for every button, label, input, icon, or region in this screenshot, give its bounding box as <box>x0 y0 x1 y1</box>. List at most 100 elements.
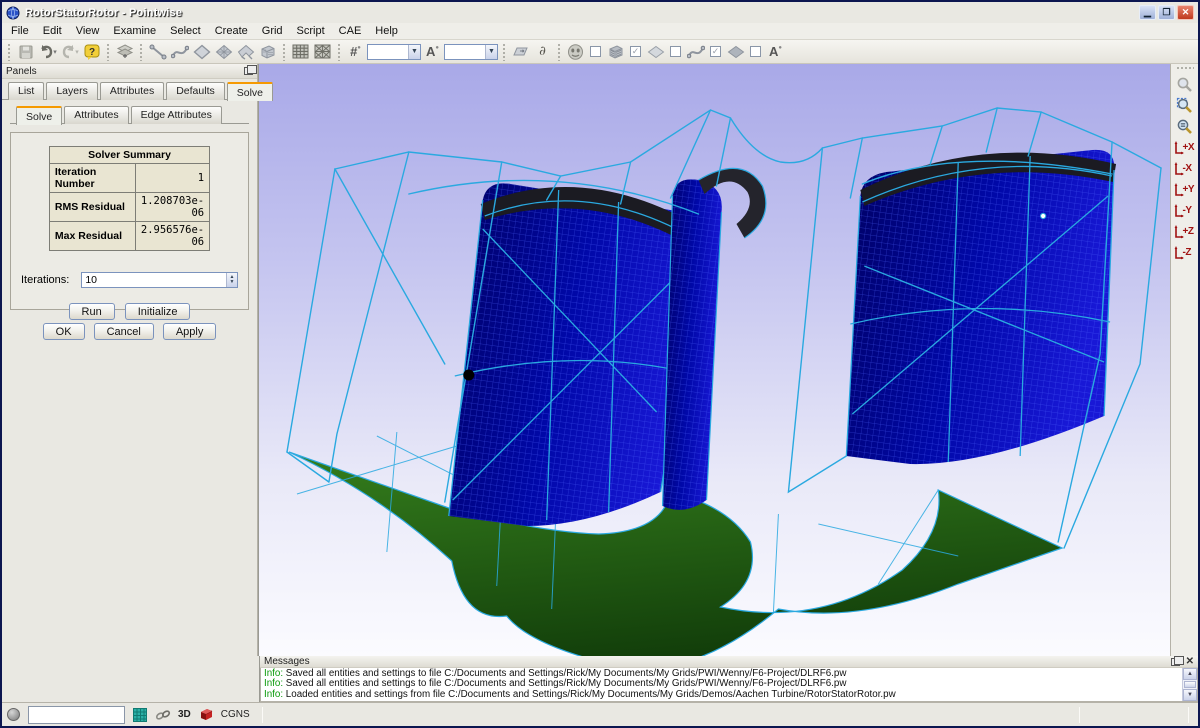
menu-create[interactable]: Create <box>208 24 255 38</box>
tab-layers[interactable]: Layers <box>46 82 98 100</box>
iterations-input[interactable] <box>82 274 226 286</box>
row-value: 2.956576e-06 <box>135 222 209 251</box>
ok-button[interactable]: OK <box>43 323 85 340</box>
create-curve-icon[interactable] <box>169 42 190 62</box>
run-button[interactable]: Run <box>69 303 115 320</box>
menu-examine[interactable]: Examine <box>106 24 163 38</box>
command-input[interactable] <box>28 706 125 724</box>
shaded-block-toggle-icon[interactable] <box>605 42 626 62</box>
undo-icon[interactable]: ▾ <box>37 42 58 62</box>
viewport-3d[interactable] <box>258 64 1170 656</box>
export-plane-icon[interactable] <box>510 42 531 62</box>
mask-toggle-icon[interactable] <box>565 42 586 62</box>
float-panel-icon[interactable] <box>244 67 253 75</box>
tab-list[interactable]: List <box>8 82 44 100</box>
save-icon[interactable] <box>15 42 36 62</box>
spacing-icon[interactable]: A● <box>422 42 443 62</box>
menu-grid[interactable]: Grid <box>255 24 290 38</box>
main-toolbar: ▾ ▾ ? <box>2 40 1198 64</box>
subtab-attributes[interactable]: Attributes <box>64 106 128 124</box>
subtab-edge-attributes[interactable]: Edge Attributes <box>131 106 222 124</box>
scroll-down-icon[interactable]: ▼ <box>1183 689 1197 701</box>
float-panel-icon[interactable] <box>1171 658 1180 666</box>
structured-grid-icon[interactable] <box>290 42 311 62</box>
spacing-combo[interactable]: ▼ <box>444 44 498 60</box>
connector-toggle-checkbox[interactable]: ✓ <box>710 46 721 57</box>
menubar: File Edit View Examine Select Create Gri… <box>2 23 1198 40</box>
mesh-scene <box>259 64 1170 656</box>
menu-help[interactable]: Help <box>368 24 405 38</box>
scroll-up-icon[interactable]: ▲ <box>1183 668 1197 680</box>
trim-surface-icon[interactable] <box>235 42 256 62</box>
toolbar-drag-handle[interactable] <box>337 43 341 61</box>
view-minus-y-button[interactable]: -Y <box>1172 200 1198 221</box>
flat-domain-toggle-icon[interactable] <box>645 42 666 62</box>
connector-toggle-icon[interactable] <box>685 42 706 62</box>
restore-button[interactable]: ❐ <box>1158 5 1175 20</box>
toolbar-drag-handle[interactable] <box>502 43 506 61</box>
filled-domain-toggle-checkbox[interactable] <box>750 46 761 57</box>
chevron-down-icon[interactable]: ▼ <box>408 45 420 59</box>
menu-select[interactable]: Select <box>163 24 208 38</box>
menu-edit[interactable]: Edit <box>36 24 69 38</box>
subtab-solve[interactable]: Solve <box>16 106 62 125</box>
tab-defaults[interactable]: Defaults <box>166 82 225 100</box>
help-icon[interactable]: ? <box>81 42 102 62</box>
mask-toggle-checkbox[interactable] <box>590 46 601 57</box>
menu-cae[interactable]: CAE <box>332 24 369 38</box>
unstructured-grid-icon[interactable] <box>312 42 333 62</box>
toolbar-drag-handle[interactable] <box>1176 66 1194 70</box>
view-minus-x-button[interactable]: -X <box>1172 158 1198 179</box>
create-connector-icon[interactable] <box>147 42 168 62</box>
menu-file[interactable]: File <box>4 24 36 38</box>
create-meshed-domain-icon[interactable] <box>213 42 234 62</box>
label-toggle-icon[interactable]: A● <box>765 42 786 62</box>
zoom-fit-icon[interactable] <box>1174 95 1196 116</box>
create-domain-icon[interactable] <box>191 42 212 62</box>
menu-view[interactable]: View <box>69 24 107 38</box>
scrollbar[interactable]: ▲ ▼ <box>1182 668 1197 701</box>
toolbar-drag-handle[interactable] <box>282 43 286 61</box>
close-icon[interactable]: ✕ <box>1186 657 1194 667</box>
scroll-thumb[interactable] <box>1184 681 1196 688</box>
flat-domain-toggle-checkbox[interactable] <box>670 46 681 57</box>
toolbar-drag-handle[interactable] <box>139 43 143 61</box>
panels-title: Panels <box>6 66 37 77</box>
cae-cube-icon[interactable] <box>199 707 214 722</box>
redo-icon[interactable]: ▾ <box>59 42 80 62</box>
minimize-button[interactable]: ▁ <box>1139 5 1156 20</box>
mode-3d-label[interactable]: 3D <box>178 709 191 720</box>
dimension-icon[interactable]: #● <box>345 42 366 62</box>
partial-derivative-icon[interactable]: ∂ <box>532 42 553 62</box>
zoom-reset-icon[interactable] <box>1174 116 1196 137</box>
shaded-block-toggle-checkbox[interactable]: ✓ <box>630 46 641 57</box>
assemble-stack-icon[interactable] <box>114 42 135 62</box>
zoom-window-icon[interactable] <box>1174 74 1196 95</box>
view-plus-z-button[interactable]: +Z <box>1172 221 1198 242</box>
pointwise-logo-icon <box>6 6 20 20</box>
panel-tab-row: List Layers Attributes Defaults Solve <box>2 79 257 100</box>
table-row: RMS Residual 1.208703e-06 <box>49 193 209 222</box>
view-plus-x-button[interactable]: +X <box>1172 137 1198 158</box>
apply-button[interactable]: Apply <box>163 323 217 340</box>
close-button[interactable]: ✕ <box>1177 5 1194 20</box>
view-plus-y-button[interactable]: +Y <box>1172 179 1198 200</box>
toolbar-drag-handle[interactable] <box>557 43 561 61</box>
row-value: 1.208703e-06 <box>135 193 209 222</box>
spinner-arrows-icon[interactable]: ▲▼ <box>226 273 237 287</box>
view-minus-z-button[interactable]: -Z <box>1172 242 1198 263</box>
chevron-down-icon[interactable]: ▼ <box>485 45 497 59</box>
initialize-button[interactable]: Initialize <box>125 303 191 320</box>
dimension-combo[interactable]: ▼ <box>367 44 421 60</box>
iterations-spinner[interactable]: ▲▼ <box>81 272 238 288</box>
filled-domain-toggle-icon[interactable] <box>725 42 746 62</box>
toolbar-drag-handle[interactable] <box>7 43 11 61</box>
toolbar-drag-handle[interactable] <box>106 43 110 61</box>
tab-attributes[interactable]: Attributes <box>100 82 164 100</box>
create-block-icon[interactable] <box>257 42 278 62</box>
menu-script[interactable]: Script <box>290 24 332 38</box>
link-icon[interactable] <box>155 709 171 721</box>
tab-solve[interactable]: Solve <box>227 82 273 101</box>
grid-mode-icon[interactable] <box>133 708 147 722</box>
cancel-button[interactable]: Cancel <box>94 323 154 340</box>
